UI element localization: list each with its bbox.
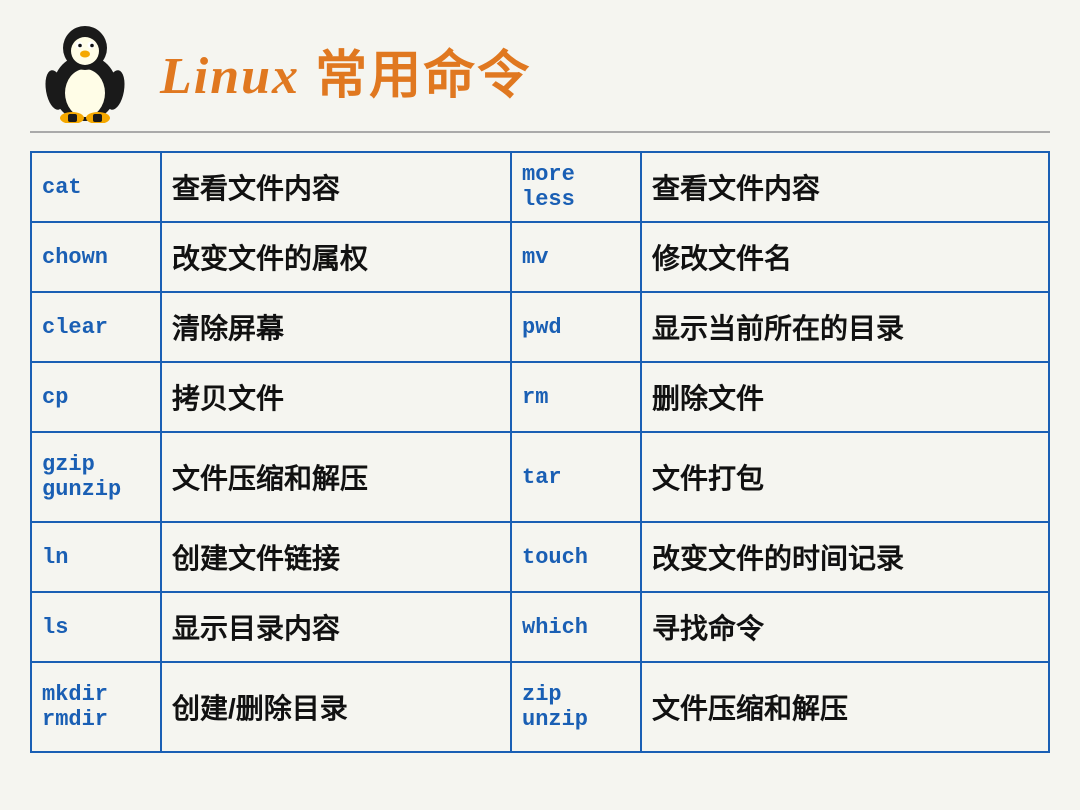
description-right: 寻找命令: [641, 592, 1049, 662]
command-right: which: [511, 592, 641, 662]
description-right: 改变文件的时间记录: [641, 522, 1049, 592]
description-left: 文件压缩和解压: [161, 432, 511, 522]
command-left: cat: [31, 152, 161, 222]
command-right: touch: [511, 522, 641, 592]
command-right: pwd: [511, 292, 641, 362]
table-row: cat查看文件内容more less查看文件内容: [31, 152, 1049, 222]
description-left: 显示目录内容: [161, 592, 511, 662]
command-right: more less: [511, 152, 641, 222]
command-left: chown: [31, 222, 161, 292]
description-left: 查看文件内容: [161, 152, 511, 222]
description-left: 拷贝文件: [161, 362, 511, 432]
command-left: mkdir rmdir: [31, 662, 161, 752]
description-left: 创建/删除目录: [161, 662, 511, 752]
page-title: Linux 常用命令: [160, 33, 531, 108]
table-row: ln创建文件链接touch改变文件的时间记录: [31, 522, 1049, 592]
tux-icon: [30, 18, 140, 123]
description-right: 修改文件名: [641, 222, 1049, 292]
command-right: mv: [511, 222, 641, 292]
description-right: 文件打包: [641, 432, 1049, 522]
description-right: 显示当前所在的目录: [641, 292, 1049, 362]
table-row: clear清除屏幕pwd显示当前所在的目录: [31, 292, 1049, 362]
commands-table: cat查看文件内容more less查看文件内容chown改变文件的属权mv修改…: [30, 151, 1050, 753]
description-left: 创建文件链接: [161, 522, 511, 592]
description-right: 文件压缩和解压: [641, 662, 1049, 752]
command-left: ls: [31, 592, 161, 662]
table-row: mkdir rmdir创建/删除目录zip unzip文件压缩和解压: [31, 662, 1049, 752]
table-row: chown改变文件的属权mv修改文件名: [31, 222, 1049, 292]
command-left: gzip gunzip: [31, 432, 161, 522]
command-right: zip unzip: [511, 662, 641, 752]
table-row: cp拷贝文件rm删除文件: [31, 362, 1049, 432]
page-header: Linux 常用命令: [30, 18, 1050, 133]
command-left: ln: [31, 522, 161, 592]
description-right: 删除文件: [641, 362, 1049, 432]
command-right: tar: [511, 432, 641, 522]
table-row: gzip gunzip文件压缩和解压tar文件打包: [31, 432, 1049, 522]
description-left: 清除屏幕: [161, 292, 511, 362]
command-left: clear: [31, 292, 161, 362]
description-left: 改变文件的属权: [161, 222, 511, 292]
command-right: rm: [511, 362, 641, 432]
description-right: 查看文件内容: [641, 152, 1049, 222]
table-row: ls显示目录内容which寻找命令: [31, 592, 1049, 662]
command-left: cp: [31, 362, 161, 432]
